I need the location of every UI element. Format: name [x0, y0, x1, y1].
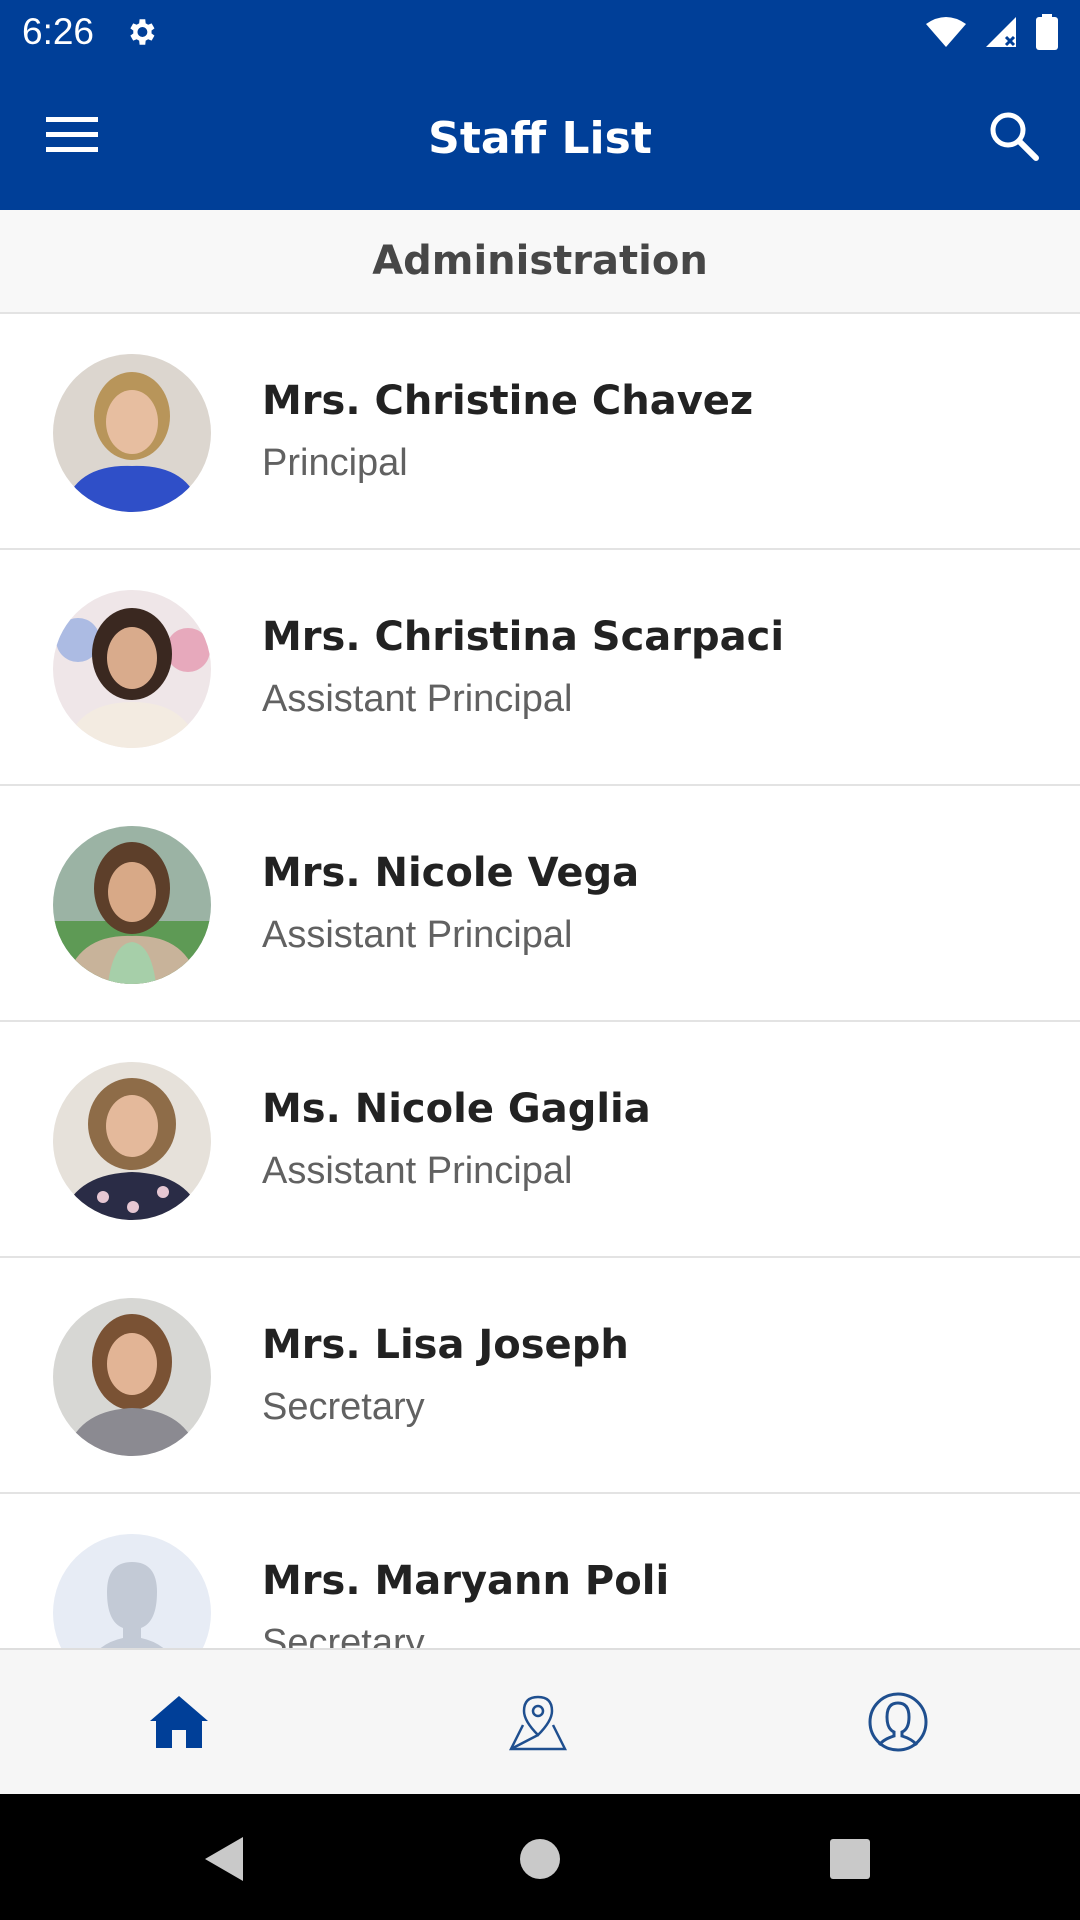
- staff-role: Assistant Principal: [262, 914, 573, 956]
- recents-icon[interactable]: [815, 1824, 885, 1894]
- staff-name: Mrs. Nicole Vega: [262, 850, 640, 896]
- avatar: [53, 826, 211, 984]
- profile-icon: [868, 1692, 928, 1752]
- home-icon: [150, 1696, 208, 1748]
- staff-list-item[interactable]: Ms. Nicole Gaglia Assistant Principal: [0, 1022, 1080, 1258]
- staff-role: Secretary: [262, 1386, 425, 1428]
- avatar: [53, 354, 211, 512]
- staff-role: Principal: [262, 442, 408, 484]
- staff-role: Assistant Principal: [262, 1150, 573, 1192]
- map-pin-icon: [509, 1695, 567, 1751]
- staff-list-item[interactable]: Mrs. Maryann Poli Secretary: [0, 1494, 1080, 1648]
- staff-name: Mrs. Lisa Joseph: [262, 1322, 629, 1368]
- staff-role: Assistant Principal: [262, 678, 573, 720]
- staff-list-item[interactable]: Mrs. Christine Chavez Principal: [0, 314, 1080, 550]
- search-icon[interactable]: [986, 108, 1042, 164]
- system-nav-bar: [0, 1794, 1080, 1920]
- staff-role: Secretary: [262, 1622, 425, 1648]
- wifi-icon: [926, 16, 966, 47]
- signal-icon: [986, 16, 1016, 47]
- gear-icon: [130, 18, 155, 45]
- app-bar: Staff List: [0, 63, 1080, 210]
- back-icon[interactable]: [190, 1824, 260, 1894]
- tab-home[interactable]: [79, 1650, 279, 1794]
- avatar: [53, 590, 211, 748]
- staff-list-screen: 6:26 Staff List Administration Mrs. Chri…: [0, 0, 1080, 1920]
- staff-name: Mrs. Christine Chavez: [262, 378, 754, 424]
- battery-icon: [1036, 13, 1058, 50]
- section-header: Administration: [0, 210, 1080, 314]
- staff-list-item[interactable]: Mrs. Christina Scarpaci Assistant Princi…: [0, 550, 1080, 786]
- status-time: 6:26: [22, 10, 95, 52]
- avatar: [53, 1298, 211, 1456]
- status-icons: [926, 13, 1058, 50]
- staff-list-item[interactable]: Mrs. Nicole Vega Assistant Principal: [0, 786, 1080, 1022]
- staff-list[interactable]: Mrs. Christine Chavez Principal Mrs. Chr…: [0, 314, 1080, 1648]
- status-bar: 6:26: [0, 0, 1080, 63]
- home-nav-icon[interactable]: [505, 1824, 575, 1894]
- tab-map[interactable]: [438, 1650, 638, 1794]
- avatar-placeholder: [53, 1534, 211, 1648]
- tab-profile[interactable]: [798, 1650, 998, 1794]
- staff-name: Mrs. Christina Scarpaci: [262, 614, 785, 660]
- staff-name: Mrs. Maryann Poli: [262, 1558, 670, 1604]
- avatar: [53, 1062, 211, 1220]
- staff-list-item[interactable]: Mrs. Lisa Joseph Secretary: [0, 1258, 1080, 1494]
- page-title: Staff List: [428, 113, 652, 164]
- bottom-tab-bar: [0, 1648, 1080, 1794]
- staff-name: Ms. Nicole Gaglia: [262, 1086, 651, 1132]
